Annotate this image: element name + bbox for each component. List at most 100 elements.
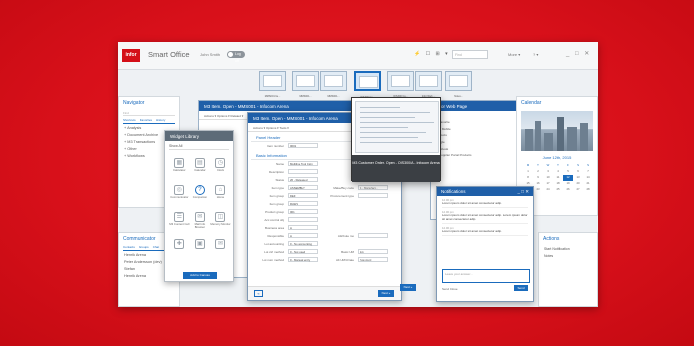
navigator-item-label: Document Archive	[127, 132, 159, 137]
calendar-day[interactable]: 28	[583, 187, 593, 193]
window-controls[interactable]: _ □ ✕	[566, 50, 591, 57]
preview-line	[360, 137, 418, 139]
reply-input[interactable]: Leave your answer...	[442, 269, 530, 283]
field-input-2[interactable]: 1 - Manufact...	[358, 185, 388, 190]
thumb-screen	[263, 75, 282, 87]
widget-item[interactable]: ⌂ Home	[210, 182, 231, 209]
widget-item[interactable]: ◫ Memory Monitor	[210, 209, 231, 236]
field-input[interactable]: 001	[288, 209, 318, 214]
field-label-2: Alt UM/U/rate	[335, 258, 354, 262]
widget-item[interactable]: ▤ Calendar	[190, 155, 211, 182]
widget-icon: ✉	[194, 212, 205, 222]
field-input[interactable]: 0001	[288, 143, 318, 148]
tab-history[interactable]: History	[156, 118, 165, 122]
action-item[interactable]: Start Notification	[539, 245, 597, 252]
preview-line	[360, 117, 415, 119]
notif-footer[interactable]: Send Close	[442, 287, 458, 291]
widget-filter[interactable]: Show All	[169, 144, 229, 150]
taskbar-thumb[interactable]: MMS001...	[292, 71, 319, 98]
taskbar-thumb[interactable]: OIS300 Cu...	[387, 71, 414, 98]
widget-library[interactable]: Widget Library Show All ▦ Calculator ▤ Cale…	[164, 130, 234, 282]
taskbar-thumb[interactable]: Infor Web ...	[415, 71, 442, 98]
thumb-screen	[359, 76, 378, 88]
field-input[interactable]	[288, 217, 318, 222]
widget-item[interactable]: ✉	[210, 236, 231, 263]
widget-item[interactable]: ✚	[169, 236, 190, 263]
navigator-search[interactable]: Find	[123, 111, 175, 116]
widget-icon: ✉	[215, 239, 226, 249]
field-input-2[interactable]	[358, 193, 388, 198]
calendar-day[interactable]: 26	[563, 187, 573, 193]
notif-window-controls[interactable]: _ □ ✕	[518, 189, 530, 195]
calendar-day[interactable]: 27	[573, 187, 583, 193]
field-input[interactable]: 20 - Released	[288, 177, 318, 182]
widget-item[interactable]: ◷ Clock	[210, 155, 231, 182]
field-input[interactable]: 0 - No accounting	[288, 241, 318, 246]
calendar-day[interactable]: 25	[553, 187, 563, 193]
field-input[interactable]: ASSEMBLY	[288, 185, 318, 190]
search-input[interactable]: Find	[452, 50, 488, 59]
next-button[interactable]: Next »	[378, 290, 394, 297]
tab-groups[interactable]: Groups	[139, 245, 149, 249]
widget-label: Companion	[192, 195, 208, 199]
field-input[interactable]	[288, 169, 318, 174]
more-menu[interactable]: More ▾	[508, 52, 520, 57]
tab-chat[interactable]: Chat	[153, 245, 159, 249]
action-item[interactable]: Notes	[539, 252, 597, 259]
web-link[interactable]: My favorite	[431, 119, 519, 126]
tab-shortcuts[interactable]: Shortcuts	[123, 118, 136, 122]
calendar-month[interactable]: June 12th, 2015	[517, 155, 597, 160]
field-label: Status	[275, 178, 284, 182]
top-toolbar-icons[interactable]: ⚡ ☐ ⊞ ▾	[414, 51, 450, 57]
field-input[interactable]: 0 - Not used	[288, 249, 318, 254]
field-label: Lot num method	[262, 258, 284, 262]
field-input[interactable]: A	[288, 233, 318, 238]
field-input[interactable]: RAW1	[288, 201, 318, 206]
building	[544, 133, 553, 151]
field-input-2[interactable]: Standard	[358, 257, 388, 262]
notifications-window[interactable]: Notifications _ □ ✕ 12.00 pm Lorem ipsum d…	[436, 186, 534, 302]
web-link[interactable]: Facebook	[431, 145, 519, 152]
web-link[interactable]: Products	[431, 132, 519, 139]
top-bar: infor Smart Office John Smith Log off ⚡ …	[118, 42, 598, 70]
web-link[interactable]: All Supplier Portal Products	[431, 152, 519, 159]
field-input[interactable]: Multiline Tool Cstn	[288, 161, 318, 166]
taskbar-thumb[interactable]: MMS001...	[320, 71, 347, 98]
widget-item[interactable]: ✉ Mail Info Browser	[190, 209, 211, 236]
taskbar-thumb[interactable]: MMS001 Ite...	[259, 71, 286, 98]
field-input-2[interactable]: EA	[358, 249, 388, 254]
actions-title: Actions	[543, 236, 560, 242]
status-toggle[interactable]: Log off	[227, 51, 245, 63]
send-button[interactable]: Send	[514, 285, 528, 291]
preview-caption: M3 Customer Order. Open - OIS300/A - Inf…	[352, 155, 440, 182]
calendar-day[interactable]: 24	[543, 187, 553, 193]
field-input[interactable]: 0 - Manual entry	[288, 257, 318, 262]
web-link[interactable]: Infor Mobile	[431, 126, 519, 133]
preview-line	[360, 107, 400, 109]
user-name[interactable]: John Smith	[200, 52, 220, 57]
field-input[interactable]: A	[288, 225, 318, 230]
add-to-canvas-button[interactable]: Add to Canvas	[183, 272, 217, 279]
help-menu[interactable]: ? ▾	[533, 52, 538, 57]
widget-item[interactable]: ? Companion	[190, 182, 211, 209]
notifications-title: Notifications _ □ ✕	[437, 187, 533, 196]
tab-contacts[interactable]: Contacts	[123, 245, 135, 249]
widget-label: Calendar	[194, 168, 206, 172]
widget-item[interactable]: ☰ M3 Content Cell	[169, 209, 190, 236]
tab-favorites[interactable]: Favorites	[140, 118, 152, 122]
widget-item[interactable]: ◎ Communicator	[169, 182, 190, 209]
taskbar-thumb-active[interactable]: OIS300 Cu...	[354, 71, 381, 99]
building	[580, 123, 588, 151]
taskbar-thumb[interactable]: Notes...	[445, 71, 472, 98]
prev-button[interactable]: «	[254, 290, 263, 297]
widget-item[interactable]: ▣	[190, 236, 211, 263]
field-input-2[interactable]	[358, 233, 388, 238]
form-row: Responsible A Attribute mo	[248, 232, 401, 240]
calendar-day[interactable]: 23	[533, 187, 543, 193]
widget-icon: ⌂	[215, 185, 226, 195]
widget-item[interactable]: ▦ Calculator	[169, 155, 190, 182]
field-input[interactable]: DEF	[288, 193, 318, 198]
next-button-background[interactable]: Next »	[400, 284, 416, 291]
field-label-2: Attribute mo	[337, 234, 354, 238]
web-link[interactable]: Google	[431, 139, 519, 146]
